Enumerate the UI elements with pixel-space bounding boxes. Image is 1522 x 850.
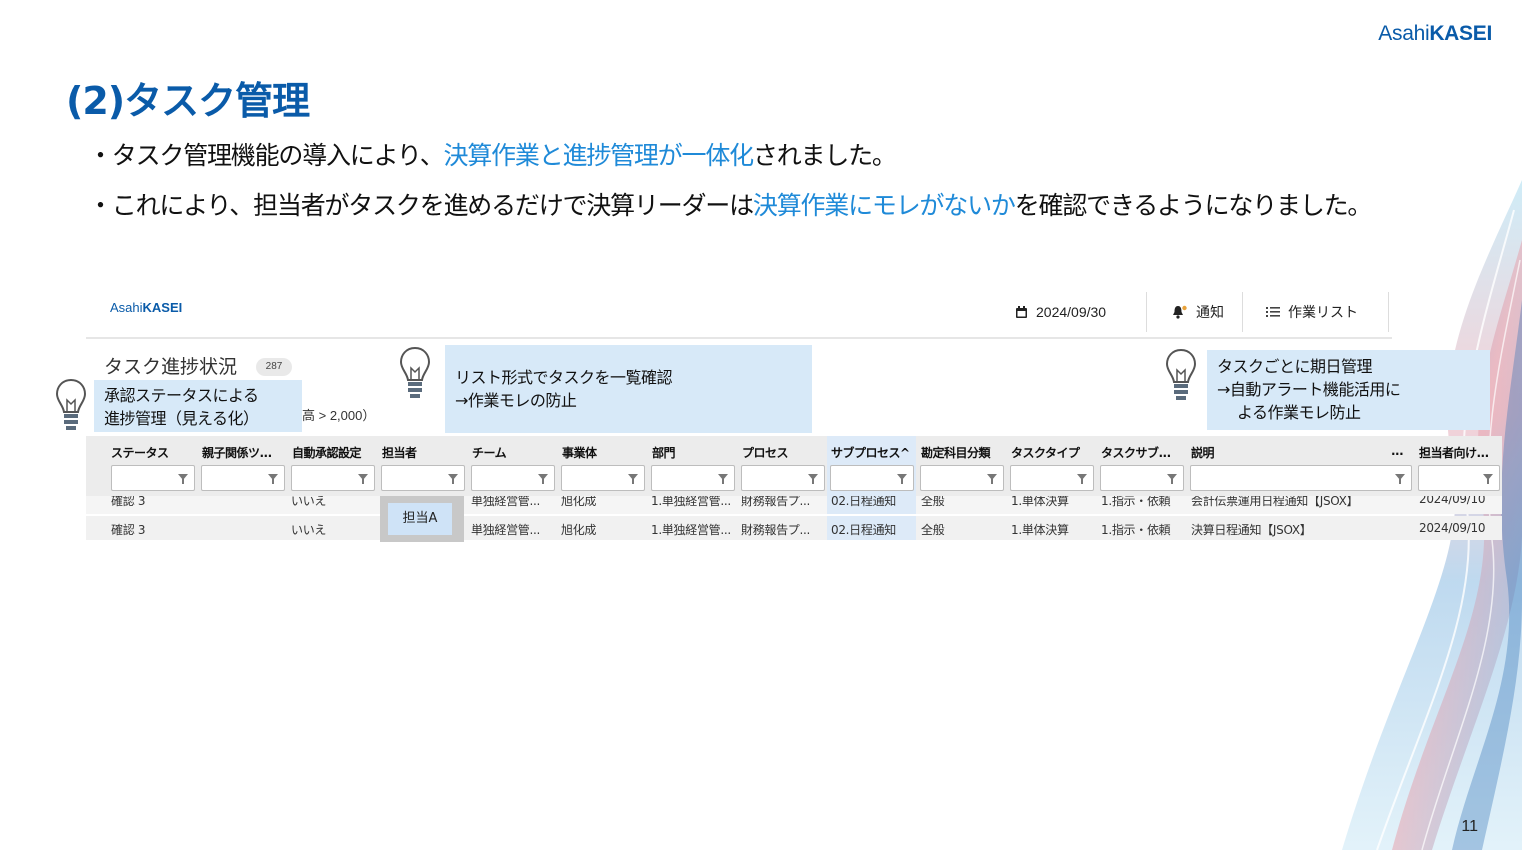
filter-icon[interactable] xyxy=(1395,474,1405,484)
filter-icon[interactable] xyxy=(1167,474,1177,484)
filter-icon[interactable] xyxy=(628,474,638,484)
bullet-2: ・これにより、担当者がタスクを進めるだけで決算リーダーは決算作業にモレがないかを… xyxy=(88,191,1372,220)
filter-icon[interactable] xyxy=(987,474,997,484)
current-date: 2024/09/30 xyxy=(1036,304,1107,320)
slide-logo: AsahiKASEI xyxy=(1378,22,1492,45)
callout-due-date: タスクごとに期日管理 →自動アラート機能活用に よる作業モレ防止 xyxy=(1207,350,1490,430)
date-picker[interactable]: 2024/09/30 xyxy=(1015,294,1106,330)
filter-input-task-subtype[interactable] xyxy=(1100,465,1184,491)
filter-input-task-type[interactable] xyxy=(1010,465,1094,491)
task-count-badge: 287 xyxy=(256,358,292,376)
notification-button[interactable]: 通知 xyxy=(1172,294,1224,330)
column-header-description[interactable]: 説明 xyxy=(1191,444,1215,461)
column-header-team[interactable]: チーム xyxy=(472,444,507,461)
filter-icon[interactable] xyxy=(897,474,907,484)
column-header-assignee-due[interactable]: 担当者向け... xyxy=(1419,444,1489,461)
callout-status-progress: 承認ステータスによる 進捗管理（見える化） xyxy=(94,380,302,432)
filter-input-status[interactable] xyxy=(111,465,195,491)
filter-input-subprocess[interactable] xyxy=(830,465,914,491)
worklist-button[interactable]: 作業リスト xyxy=(1266,294,1358,330)
app-header-divider xyxy=(86,337,1392,339)
column-header-task-subtype[interactable]: タスクサブ... xyxy=(1101,444,1171,461)
column-header-department[interactable]: 部門 xyxy=(652,444,676,461)
filter-input-parent-child[interactable] xyxy=(201,465,285,491)
lightbulb-icon xyxy=(399,346,431,398)
column-header-entity[interactable]: 事業体 xyxy=(562,444,597,461)
bullet-1: ・タスク管理機能の導入により、決算作業と進捗管理が一体化されました。 xyxy=(88,141,897,170)
filter-icon[interactable] xyxy=(268,474,278,484)
app-logo: AsahiKASEI xyxy=(110,300,183,315)
filter-summary-text: 高 > 2,000） xyxy=(302,408,376,423)
calendar-icon xyxy=(1016,305,1027,318)
task-progress-title: タスク進捗状況 xyxy=(104,356,238,378)
bell-icon xyxy=(1173,305,1187,319)
filter-icon[interactable] xyxy=(448,474,458,484)
column-header-status[interactable]: ステータス xyxy=(111,444,169,461)
filter-input-entity[interactable] xyxy=(561,465,645,491)
filter-input-team[interactable] xyxy=(471,465,555,491)
column-header-subprocess[interactable]: サブプロセス^ xyxy=(831,444,910,461)
column-header-account-class[interactable]: 勘定科目分類 xyxy=(921,444,991,461)
callout-list-view: リスト形式でタスクを一覧確認 →作業モレの防止 xyxy=(445,345,812,433)
column-header-more[interactable]: ... xyxy=(1391,444,1404,458)
slide-title: (2)タスク管理 xyxy=(66,79,310,123)
page-number: 11 xyxy=(1461,818,1478,835)
filter-icon[interactable] xyxy=(808,474,818,484)
filter-input-assignee-due[interactable] xyxy=(1418,465,1500,491)
filter-input-description[interactable] xyxy=(1190,465,1412,491)
filter-icon[interactable] xyxy=(358,474,368,484)
filter-input-account-class[interactable] xyxy=(920,465,1004,491)
filter-input-auto-approval[interactable] xyxy=(291,465,375,491)
filter-icon[interactable] xyxy=(1483,474,1493,484)
filter-icon[interactable] xyxy=(718,474,728,484)
lightbulb-icon xyxy=(1165,348,1197,400)
filter-input-assignee[interactable] xyxy=(381,465,465,491)
filter-icon[interactable] xyxy=(538,474,548,484)
filter-icon[interactable] xyxy=(178,474,188,484)
assignee-tag[interactable]: 担当A xyxy=(388,503,452,535)
decorative-brushstroke xyxy=(1342,180,1522,850)
column-header-task-type[interactable]: タスクタイプ xyxy=(1011,444,1080,461)
table-row[interactable]: 確認 3 いいえ 単独経営管... 旭化成 1.単独経営管... 財務報告プ..… xyxy=(86,516,1502,540)
column-header-parent-child[interactable]: 親子関係ツ... xyxy=(202,444,272,461)
filter-input-process[interactable] xyxy=(741,465,825,491)
filter-icon[interactable] xyxy=(1077,474,1087,484)
column-header-process[interactable]: プロセス xyxy=(742,444,789,461)
filter-input-department[interactable] xyxy=(651,465,735,491)
list-icon xyxy=(1266,307,1280,317)
lightbulb-icon xyxy=(55,378,87,430)
column-header-assignee[interactable]: 担当者 xyxy=(382,444,417,461)
table-row[interactable]: 確認 3 いいえ 単独経営管... 旭化成 1.単独経営管... 財務報告プ..… xyxy=(86,496,1502,514)
column-header-auto-approval[interactable]: 自動承認設定 xyxy=(292,444,362,461)
